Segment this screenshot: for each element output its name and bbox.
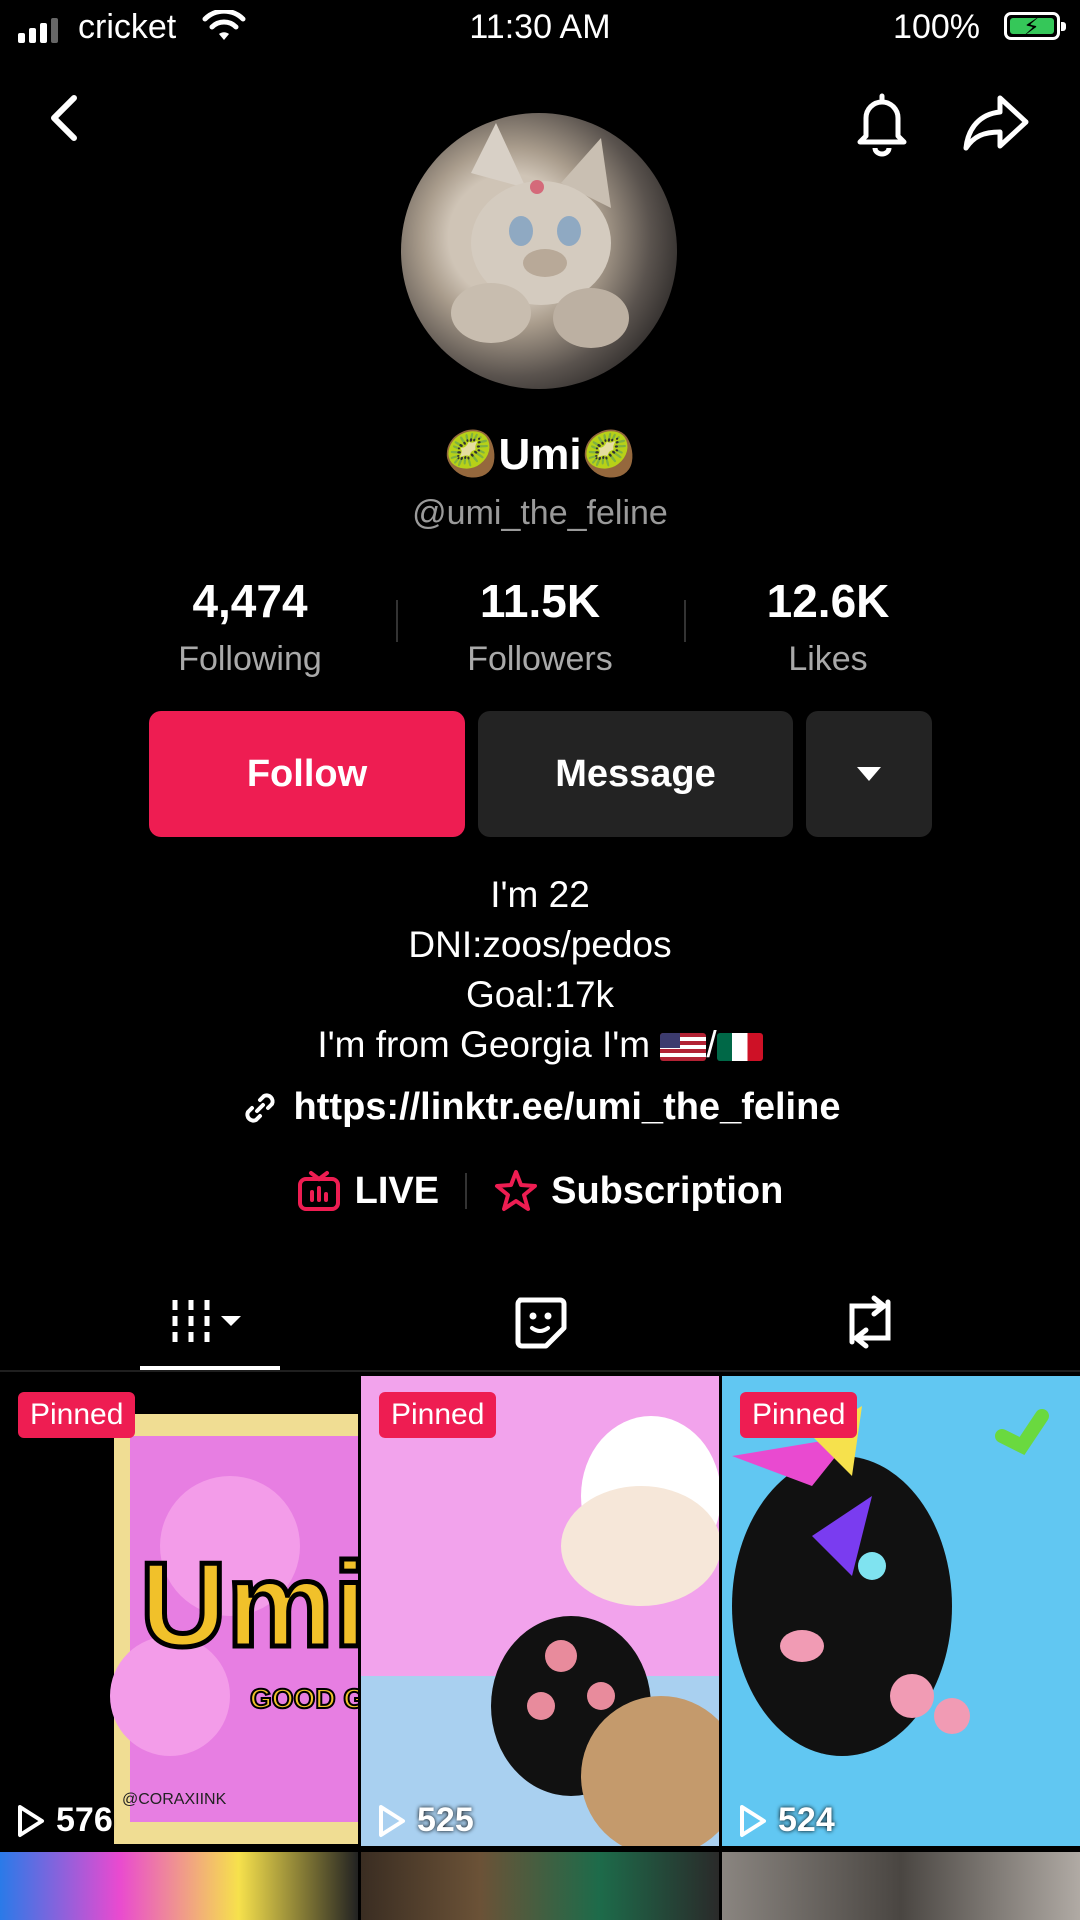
view-count-value: 524 — [778, 1801, 835, 1839]
view-count-value: 576 — [56, 1801, 113, 1839]
display-name-text: Umi — [498, 430, 582, 479]
stat-value: 11.5K — [479, 575, 601, 627]
suggested-accounts-button[interactable] — [806, 711, 932, 837]
view-count: 524 — [738, 1801, 835, 1840]
video-thumbnail[interactable]: Umi GOOD GIRL @CORAXIINK Pinned 576 — [0, 1376, 358, 1846]
tab-stickers[interactable] — [460, 1282, 620, 1362]
message-button[interactable]: Message — [478, 711, 793, 837]
battery-percent: 100% — [893, 8, 980, 46]
video-art-character — [361, 1376, 719, 1846]
avatar[interactable] — [401, 113, 677, 389]
stat-divider — [684, 600, 686, 642]
stat-following[interactable]: 4,474 Following — [120, 574, 380, 679]
stat-label: Following — [178, 640, 322, 678]
back-icon[interactable] — [40, 88, 90, 148]
subscription-star-icon — [495, 1170, 538, 1211]
video-art-subtitle: GOOD GIRL — [250, 1683, 358, 1714]
battery-icon: ⚡ — [1004, 12, 1066, 41]
bell-icon[interactable] — [852, 88, 912, 158]
subscription-link[interactable]: Subscription — [551, 1170, 783, 1213]
live-divider — [465, 1173, 468, 1209]
play-icon — [740, 1804, 766, 1837]
video-art-umi: Umi GOOD GIRL @CORAXIINK — [0, 1376, 358, 1846]
bio-line: I'm 22 — [490, 874, 590, 915]
flag-separator: / — [706, 1024, 717, 1065]
pinned-badge: Pinned — [379, 1392, 497, 1438]
play-icon — [18, 1804, 44, 1837]
tab-reposts[interactable] — [790, 1282, 950, 1362]
bio-line-origin: I'm from Georgia I'm / — [0, 1024, 1080, 1066]
video-thumbnail[interactable] — [361, 1852, 719, 1920]
status-bar: cricket 11:30 AM 100% ⚡ — [0, 0, 1080, 58]
tabs-divider — [0, 1370, 1080, 1372]
stat-likes[interactable]: 12.6K Likes — [698, 574, 958, 679]
display-name: 🥝Umi🥝 — [0, 428, 1080, 480]
kiwi-emoji-left: 🥝 — [443, 430, 499, 479]
repost-icon — [849, 1295, 891, 1349]
videos-grid-icon — [172, 1300, 241, 1344]
video-art-character — [722, 1376, 1080, 1846]
view-count-value: 525 — [417, 1801, 474, 1839]
video-art-title: Umi — [140, 1538, 358, 1672]
profile-tabs — [0, 1282, 1080, 1372]
link-icon — [245, 1092, 275, 1123]
bio-line: Goal:17k — [465, 974, 615, 1015]
bio-link[interactable]: https://linktr.ee/umi_the_feline — [0, 1086, 1080, 1129]
live-link[interactable]: LIVE — [355, 1170, 439, 1213]
caret-down-icon — [857, 767, 881, 781]
bio-link-text: https://linktr.ee/umi_the_feline — [293, 1086, 841, 1128]
username-handle: @umi_the_feline — [412, 494, 668, 532]
bio-line: DNI:zoos/pedos — [408, 924, 672, 965]
video-thumbnail[interactable] — [0, 1852, 358, 1920]
video-thumbnail[interactable]: Pinned 525 — [361, 1376, 719, 1846]
artist-watermark: @CORAXIINK — [122, 1791, 227, 1808]
kiwi-emoji-right: 🥝 — [581, 430, 637, 479]
view-count: 525 — [377, 1801, 474, 1840]
stat-divider — [396, 600, 398, 642]
bio-line: I'm from Georgia I'm — [317, 1024, 651, 1065]
pinned-badge: Pinned — [740, 1392, 858, 1438]
stat-value: 4,474 — [192, 575, 308, 627]
share-icon[interactable] — [962, 92, 1032, 154]
live-tv-icon — [297, 1171, 340, 1211]
stat-label: Followers — [467, 640, 613, 678]
stat-label: Likes — [788, 640, 868, 678]
video-thumbnail[interactable]: Pinned 524 — [722, 1376, 1080, 1846]
sticker-icon — [515, 1297, 567, 1349]
stat-followers[interactable]: 11.5K Followers — [410, 574, 670, 679]
mexico-flag-icon — [716, 1033, 763, 1062]
follow-button[interactable]: Follow — [149, 711, 465, 837]
pinned-badge: Pinned — [18, 1392, 136, 1438]
play-icon — [379, 1804, 405, 1837]
us-flag-icon — [660, 1033, 707, 1062]
stat-value: 12.6K — [766, 575, 890, 627]
view-count: 576 — [16, 1801, 113, 1840]
live-subscription-row: LIVE Subscription — [0, 1168, 1080, 1214]
tab-videos[interactable] — [130, 1282, 290, 1362]
video-thumbnail[interactable] — [722, 1852, 1080, 1920]
